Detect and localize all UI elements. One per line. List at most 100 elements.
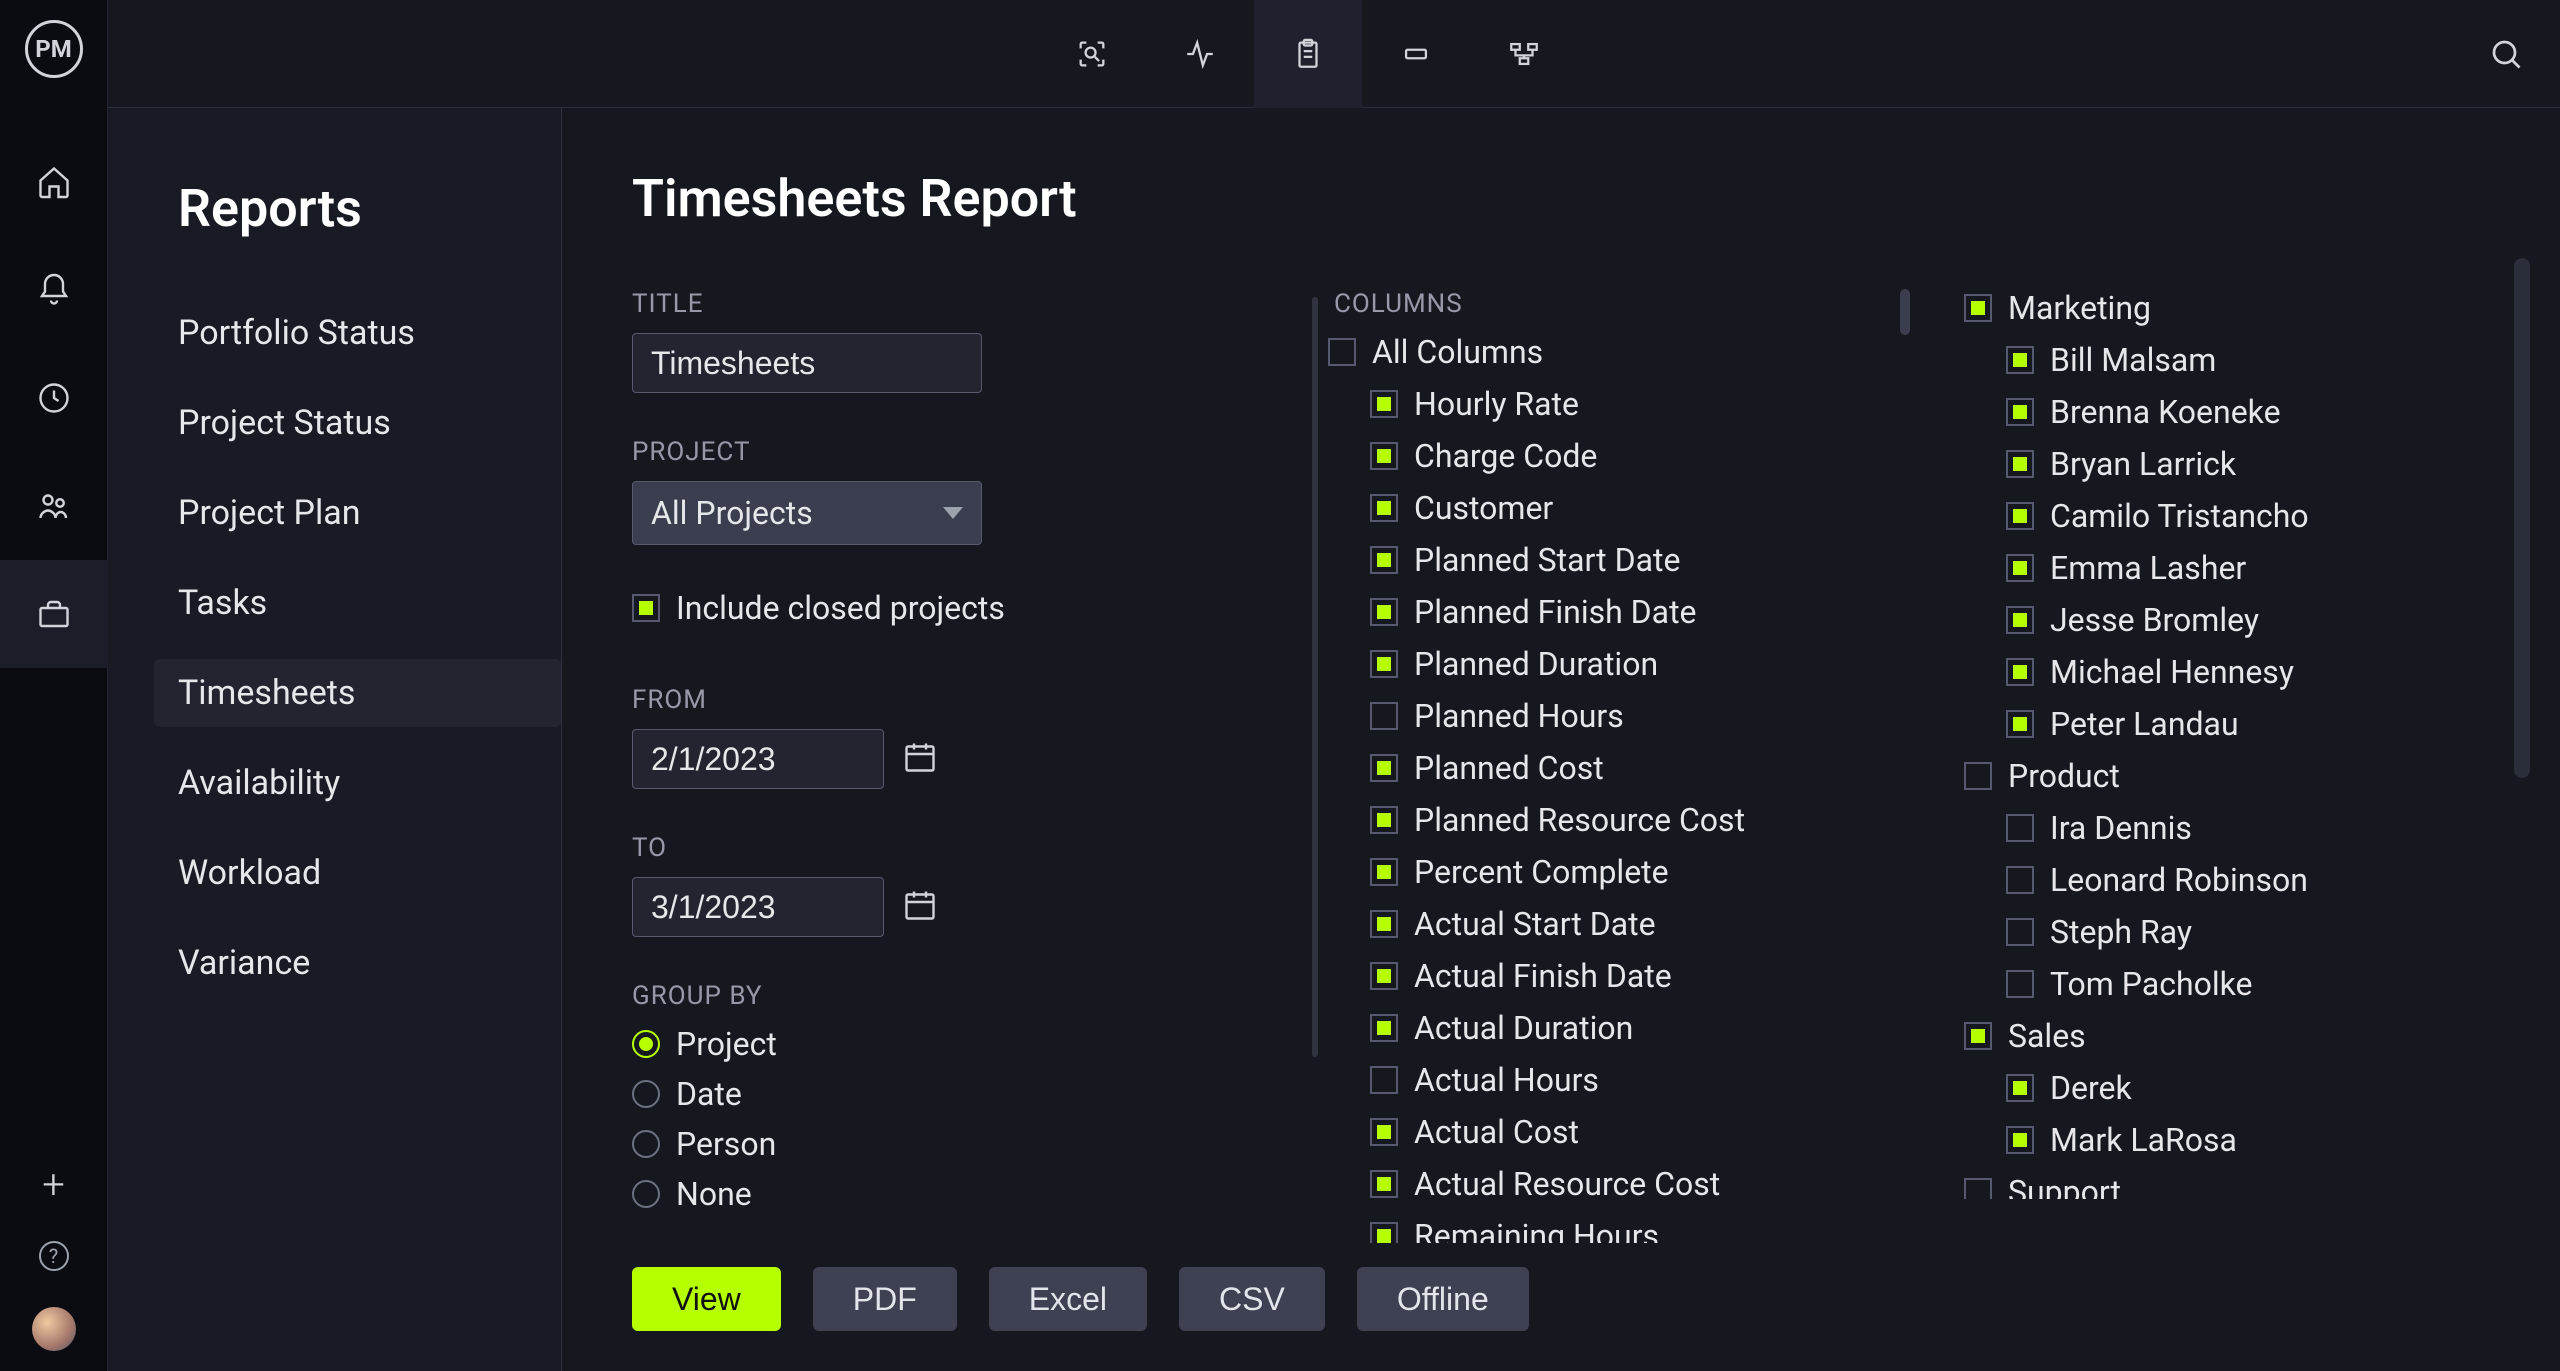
topbar-search[interactable] — [2452, 0, 2560, 108]
checkbox-label: Actual Start Date — [1414, 905, 1656, 943]
member-mark-larosa[interactable]: Mark LaRosa — [2006, 1121, 2464, 1159]
member-peter-landau[interactable]: Peter Landau — [2006, 705, 2464, 743]
column-planned-hours[interactable]: Planned Hours — [1370, 697, 1908, 735]
column-actual-start-date[interactable]: Actual Start Date — [1370, 905, 1908, 943]
column-planned-duration[interactable]: Planned Duration — [1370, 645, 1908, 683]
scroll-thumb[interactable] — [1900, 289, 1910, 335]
topbar-flow[interactable] — [1470, 0, 1578, 108]
sidebar-item-availability[interactable]: Availability — [178, 749, 561, 817]
briefcase-icon — [36, 596, 72, 632]
group-by-date[interactable]: Date — [632, 1075, 1272, 1113]
member-ira-dennis[interactable]: Ira Dennis — [2006, 809, 2464, 847]
sidebar-item-project-status[interactable]: Project Status — [178, 389, 561, 457]
sidebar-item-timesheets[interactable]: Timesheets — [154, 659, 561, 727]
column-actual-cost[interactable]: Actual Cost — [1370, 1113, 1908, 1151]
nav-notifications[interactable] — [0, 236, 108, 344]
member-michael-hennesy[interactable]: Michael Hennesy — [2006, 653, 2464, 691]
column-actual-finish-date[interactable]: Actual Finish Date — [1370, 957, 1908, 995]
calendar-icon[interactable] — [902, 739, 938, 779]
checkbox-label: Planned Duration — [1414, 645, 1658, 683]
sidebar-item-variance[interactable]: Variance — [178, 929, 561, 997]
help-button[interactable]: ? — [39, 1241, 69, 1271]
add-button[interactable]: + — [42, 1165, 65, 1205]
to-date-input[interactable] — [632, 877, 884, 937]
column-actual-hours[interactable]: Actual Hours — [1370, 1061, 1908, 1099]
column-percent-complete[interactable]: Percent Complete — [1370, 853, 1908, 891]
member-camilo-tristancho[interactable]: Camilo Tristancho — [2006, 497, 2464, 535]
topbar-activity[interactable] — [1146, 0, 1254, 108]
checkbox-icon — [2006, 606, 2034, 634]
group-by-project[interactable]: Project — [632, 1025, 1272, 1063]
member-jesse-bromley[interactable]: Jesse Bromley — [2006, 601, 2464, 639]
topbar-clipboard[interactable] — [1254, 0, 1362, 108]
column-planned-cost[interactable]: Planned Cost — [1370, 749, 1908, 787]
sidebar-item-project-plan[interactable]: Project Plan — [178, 479, 561, 547]
label-group-by: GROUP BY — [632, 981, 1272, 1011]
sidebar-item-workload[interactable]: Workload — [178, 839, 561, 907]
column-planned-start-date[interactable]: Planned Start Date — [1370, 541, 1908, 579]
member-steph-ray[interactable]: Steph Ray — [2006, 913, 2464, 951]
calendar-icon[interactable] — [902, 887, 938, 927]
pdf-button[interactable]: PDF — [813, 1267, 957, 1331]
nav-home[interactable] — [0, 128, 108, 236]
column-actual-resource-cost[interactable]: Actual Resource Cost — [1370, 1165, 1908, 1203]
excel-button[interactable]: Excel — [989, 1267, 1147, 1331]
column-planned-finish-date[interactable]: Planned Finish Date — [1370, 593, 1908, 631]
checkbox-icon — [2006, 710, 2034, 738]
topbar-inspect[interactable] — [1038, 0, 1146, 108]
page-scrollbar[interactable] — [2514, 258, 2530, 1038]
clipboard-icon — [1291, 37, 1325, 71]
column-hourly-rate[interactable]: Hourly Rate — [1370, 385, 1908, 423]
member-brenna-koeneke[interactable]: Brenna Koeneke — [2006, 393, 2464, 431]
sidebar-item-tasks[interactable]: Tasks — [178, 569, 561, 637]
nav-recent[interactable] — [0, 344, 108, 452]
radio-icon — [632, 1080, 660, 1108]
member-tom-pacholke[interactable]: Tom Pacholke — [2006, 965, 2464, 1003]
csv-button[interactable]: CSV — [1179, 1267, 1325, 1331]
user-avatar[interactable] — [32, 1307, 76, 1351]
checkbox-icon — [1328, 338, 1356, 366]
column-actual-duration[interactable]: Actual Duration — [1370, 1009, 1908, 1047]
view-button[interactable]: View — [632, 1267, 781, 1331]
team-marketing[interactable]: Marketing — [1964, 289, 2464, 327]
member-label: Mark LaRosa — [2050, 1121, 2237, 1159]
checkbox-label: Planned Start Date — [1414, 541, 1680, 579]
checkbox-icon — [1370, 858, 1398, 886]
column-customer[interactable]: Customer — [1370, 489, 1908, 527]
nav-rail: PM + ? — [0, 0, 108, 1371]
column-all[interactable]: All Columns — [1328, 333, 1908, 371]
report-title: Timesheets Report — [632, 168, 2500, 229]
from-date-input[interactable] — [632, 729, 884, 789]
nav-reports[interactable] — [0, 560, 108, 668]
radio-label: Person — [676, 1125, 776, 1163]
group-by-person[interactable]: Person — [632, 1125, 1272, 1163]
project-select[interactable]: All Projects — [632, 481, 982, 545]
member-leonard-robinson[interactable]: Leonard Robinson — [2006, 861, 2464, 899]
title-input[interactable] — [632, 333, 982, 393]
group-by-none[interactable]: None — [632, 1175, 1272, 1213]
sidebar-item-portfolio-status[interactable]: Portfolio Status — [178, 299, 561, 367]
team-sales[interactable]: Sales — [1964, 1017, 2464, 1055]
include-closed-checkbox[interactable]: Include closed projects — [632, 589, 1272, 627]
checkbox-label: Planned Hours — [1414, 697, 1624, 735]
offline-button[interactable]: Offline — [1357, 1267, 1529, 1331]
member-label: Tom Pacholke — [2050, 965, 2253, 1003]
member-derek[interactable]: Derek — [2006, 1069, 2464, 1107]
checkbox-icon — [1964, 1022, 1992, 1050]
column-remaining-hours[interactable]: Remaining Hours — [1370, 1217, 1908, 1243]
column-charge-code[interactable]: Charge Code — [1370, 437, 1908, 475]
topbar-minimize[interactable] — [1362, 0, 1470, 108]
checkbox-icon — [1370, 962, 1398, 990]
nav-team[interactable] — [0, 452, 108, 560]
app-logo[interactable]: PM — [25, 20, 83, 78]
column-planned-resource-cost[interactable]: Planned Resource Cost — [1370, 801, 1908, 839]
member-bryan-larrick[interactable]: Bryan Larrick — [2006, 445, 2464, 483]
team-product[interactable]: Product — [1964, 757, 2464, 795]
member-emma-lasher[interactable]: Emma Lasher — [2006, 549, 2464, 587]
checkbox-icon — [2006, 1126, 2034, 1154]
team-support[interactable]: Support — [1964, 1173, 2464, 1199]
member-label: Camilo Tristancho — [2050, 497, 2309, 535]
checkbox-label: Actual Hours — [1414, 1061, 1599, 1099]
member-bill-malsam[interactable]: Bill Malsam — [2006, 341, 2464, 379]
scroll-track[interactable] — [1312, 297, 1318, 1057]
